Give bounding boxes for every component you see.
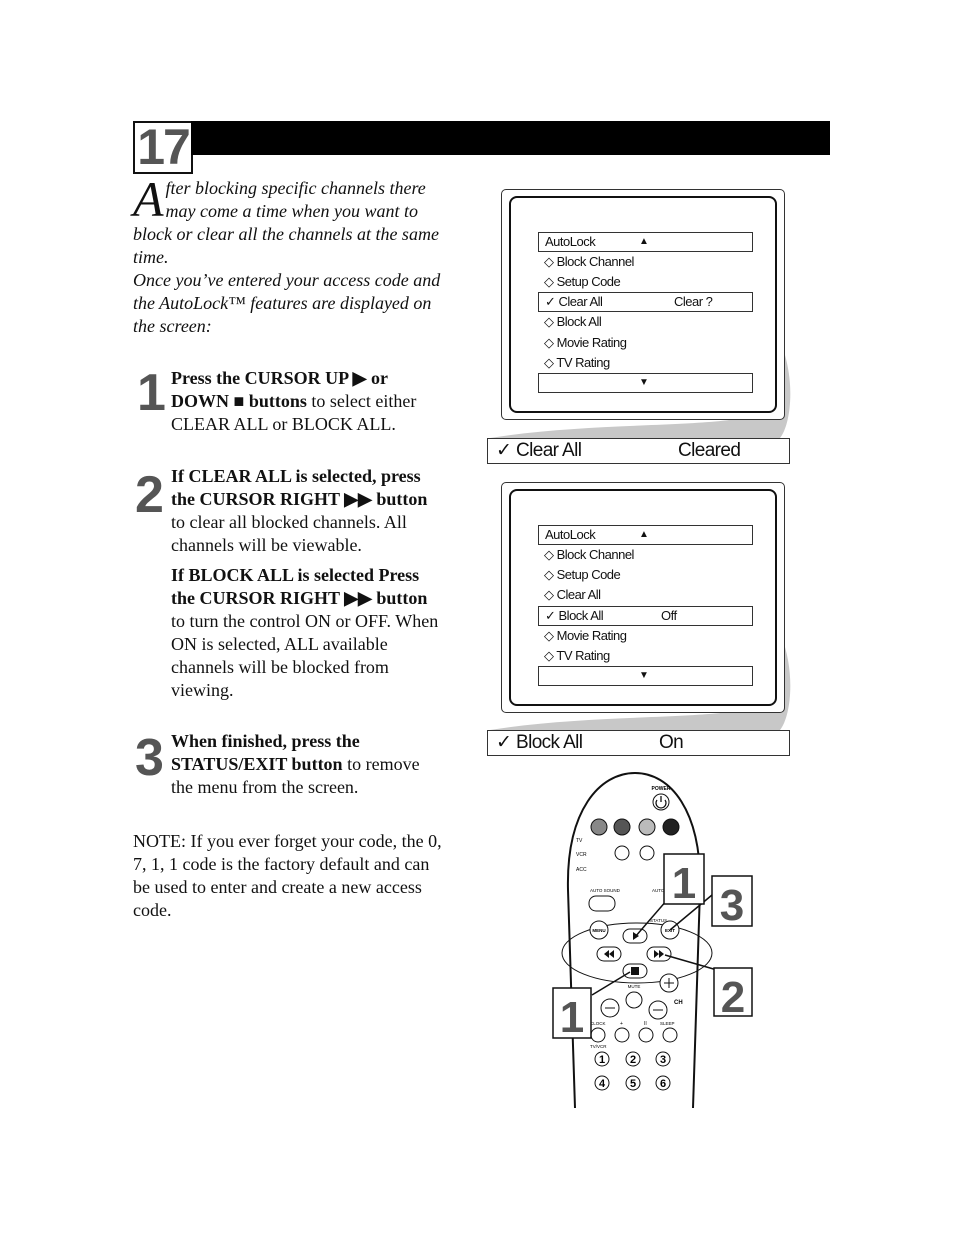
step-3-text: When finished, press the STATUS/EXIT but…: [171, 731, 420, 797]
remote-control-illustration: POWER TV VCR ACC AUTO SOUND AUTO STATUS …: [552, 771, 753, 1109]
svg-text:AUTO: AUTO: [652, 888, 665, 893]
menu-item[interactable]: ◇ Clear All: [538, 585, 753, 605]
step-1-text: Press the CURSOR UP ▶ or DOWN ■ buttons …: [171, 368, 417, 434]
svg-text:6: 6: [660, 1078, 666, 1090]
menu-item[interactable]: ◇ Block All: [538, 312, 753, 332]
svg-text:CLOCK: CLOCK: [590, 1021, 606, 1026]
menu-item[interactable]: ◇ Movie Rating: [538, 626, 753, 646]
svg-text:1: 1: [560, 993, 584, 1042]
color-button[interactable]: [662, 818, 680, 836]
color-button[interactable]: [613, 818, 631, 836]
clear-all-result: ✓ Clear All Cleared: [487, 438, 790, 464]
intro-paragraph-1: fter blocking specific channels there ma…: [133, 178, 439, 267]
menu-item-selected[interactable]: ✓ Clear All Clear ?: [538, 292, 753, 313]
menu-item[interactable]: ◇ Movie Rating: [538, 333, 753, 353]
menu-title: AutoLock ▲: [538, 232, 753, 252]
menu-item[interactable]: ◇ TV Rating: [538, 646, 753, 666]
power-label: POWER: [652, 786, 671, 792]
mute-button[interactable]: [625, 991, 643, 1009]
menu-item[interactable]: ◇ Block Channel: [538, 545, 753, 565]
autolock-menu: AutoLock ▲ ◇ Block Channel ◇ Setup Code ◇…: [538, 525, 753, 686]
menu-item[interactable]: ◇ Setup Code: [538, 272, 753, 292]
autolock-menu: AutoLock ▲ ◇ Block Channel ◇ Setup Code ✓…: [538, 232, 753, 393]
svg-text:+: +: [620, 1021, 623, 1027]
block-all-result: ✓ Block All On: [487, 730, 790, 756]
menu-footer: ▼: [538, 665, 753, 686]
svg-text:4: 4: [599, 1078, 606, 1090]
intro-text: After blocking specific channels there m…: [133, 171, 448, 338]
step-number: 1: [137, 364, 166, 422]
menu-item[interactable]: ◇ Block Channel: [538, 252, 753, 272]
svg-text:1: 1: [672, 859, 696, 908]
tv-screen-block-all: AutoLock ▲ ◇ Block Channel ◇ Setup Code ◇…: [501, 482, 785, 713]
svg-text:SLEEP: SLEEP: [660, 1021, 675, 1026]
step-2-text: If CLEAR ALL is selected, press the CURS…: [171, 466, 428, 555]
up-arrow-icon: ▲: [639, 236, 649, 247]
svg-text:5: 5: [630, 1078, 636, 1090]
svg-text:3: 3: [720, 881, 744, 930]
svg-text:2: 2: [630, 1054, 636, 1066]
note-text: NOTE: If you ever forget your code, the …: [133, 831, 442, 920]
menu-footer: ▼: [538, 372, 753, 393]
svg-text:EXIT: EXIT: [665, 928, 675, 933]
svg-text:MENU: MENU: [592, 928, 605, 933]
svg-text:MUTE: MUTE: [628, 984, 641, 989]
menu-item[interactable]: ◇ Setup Code: [538, 565, 753, 585]
menu-title: AutoLock ▲: [538, 525, 753, 545]
menu-item-selected[interactable]: ✓ Block All Off: [538, 605, 753, 626]
svg-text:2: 2: [721, 973, 745, 1022]
step-2b-text: If BLOCK ALL is selected Press the CURSO…: [171, 565, 439, 700]
svg-text:ACC: ACC: [576, 867, 587, 873]
step-number: 2: [135, 466, 164, 524]
manual-page: 17 After blocking specific channels ther…: [0, 0, 954, 1235]
down-arrow-icon: ▼: [639, 669, 649, 681]
up-arrow-icon: ▲: [639, 529, 649, 540]
svg-text:3: 3: [660, 1054, 666, 1066]
page-number: 17: [133, 121, 193, 174]
down-arrow-icon: ▼: [639, 376, 649, 388]
svg-text:TV/VCR: TV/VCR: [590, 1044, 607, 1049]
smart-picture-button[interactable]: [614, 845, 630, 861]
header-bar: [191, 121, 830, 155]
svg-text:CH: CH: [674, 1000, 683, 1006]
step-number: 3: [135, 729, 164, 787]
svg-text:VCR: VCR: [576, 852, 587, 858]
color-button[interactable]: [638, 818, 656, 836]
intro-paragraph-2: Once you’ve entered your access code and…: [133, 270, 441, 336]
svg-text:TV: TV: [576, 838, 583, 844]
drop-cap: A: [133, 171, 164, 227]
smart-sound-button[interactable]: [639, 845, 655, 861]
svg-text:AUTO SOUND: AUTO SOUND: [590, 888, 621, 893]
color-button[interactable]: [590, 818, 608, 836]
svg-text:1: 1: [599, 1054, 605, 1066]
tv-screen-clear-all: AutoLock ▲ ◇ Block Channel ◇ Setup Code ✓…: [501, 189, 785, 420]
svg-text:II: II: [644, 1021, 647, 1027]
menu-item[interactable]: ◇ TV Rating: [538, 353, 753, 373]
